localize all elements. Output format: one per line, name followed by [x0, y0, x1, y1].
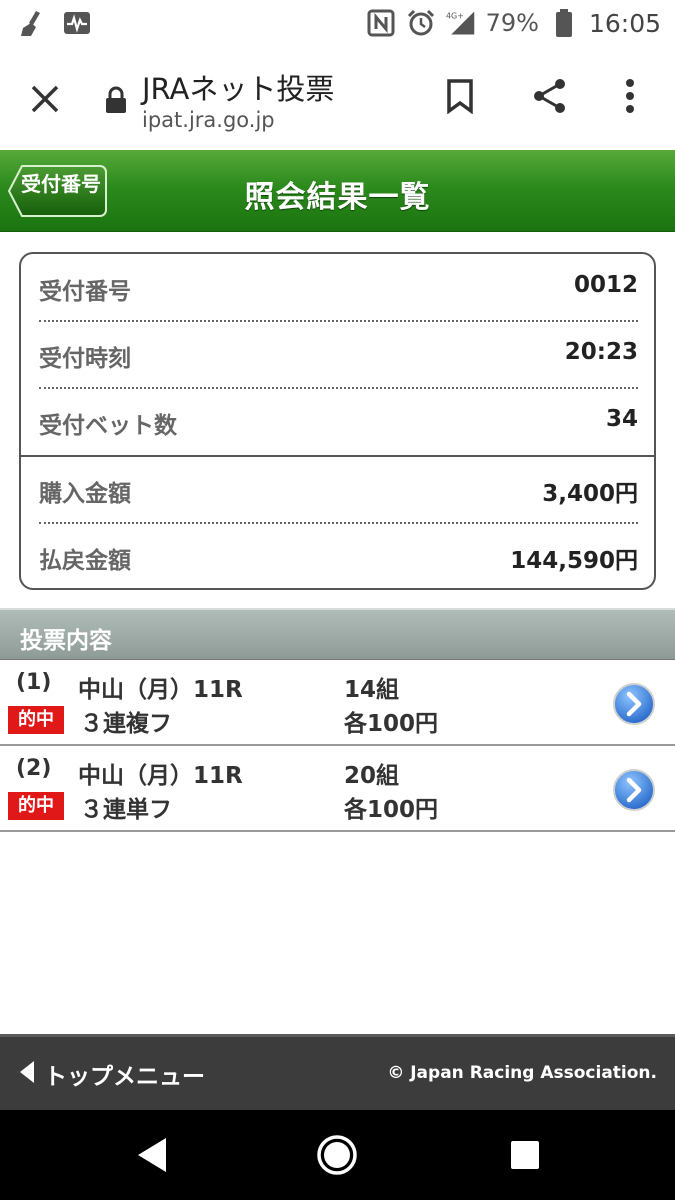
ticket-row[interactable]: (2) 中山（月）11R 20組 的中 ３連単フ 各100円 — [0, 746, 675, 832]
bet-count-label: 受付ベット数 — [39, 413, 177, 439]
top-menu-link[interactable]: トップメニュー — [18, 1057, 205, 1091]
footer-bar: トップメニュー © Japan Racing Association. — [0, 1034, 675, 1110]
ticket-bet-type: ３連単フ — [80, 797, 172, 823]
receipt-number-row: 受付番号 0012 — [39, 254, 638, 320]
purchase-amount-label: 購入金額 — [39, 481, 131, 507]
receipt-number-label: 受付番号 — [39, 279, 131, 305]
nav-home-icon[interactable] — [314, 1132, 360, 1178]
ticket-venue: 中山（月）11R — [78, 677, 243, 703]
ticket-number: (2) — [16, 756, 52, 781]
triangle-left-icon — [18, 1060, 36, 1088]
purchase-amount-row: 購入金額 3,400円 — [39, 456, 638, 522]
battery-percent: 79% — [485, 9, 539, 37]
alarm-icon — [406, 8, 436, 38]
summary-card: 受付番号 0012 受付時刻 20:23 受付ベット数 34 購入金額 3,40… — [19, 252, 656, 590]
more-menu-icon[interactable] — [608, 74, 652, 118]
ticket-unit-amount: 各100円 — [344, 711, 439, 737]
ticket-number: (1) — [16, 670, 52, 695]
bookmark-icon[interactable] — [438, 74, 482, 118]
payout-amount-row: 払戻金額 144,590円 — [39, 523, 638, 589]
browser-url[interactable]: ipat.jra.go.jp — [142, 108, 275, 132]
receipt-time-row: 受付時刻 20:23 — [39, 321, 638, 387]
lock-icon — [104, 86, 128, 114]
page-title: 照会結果一覧 — [244, 180, 431, 215]
signal-icon: 4G+ — [446, 8, 476, 38]
purchase-amount-value: 3,400円 — [542, 481, 638, 507]
close-icon[interactable] — [26, 80, 64, 118]
chevron-right-icon[interactable] — [612, 682, 656, 726]
ticket-unit-amount: 各100円 — [344, 797, 439, 823]
receipt-time-label: 受付時刻 — [39, 346, 131, 372]
broom-icon — [18, 8, 48, 38]
pulse-icon — [62, 8, 92, 38]
ticket-bet-type: ３連複フ — [80, 711, 172, 737]
copyright-text: © Japan Racing Association. — [387, 1063, 657, 1083]
top-menu-label: トップメニュー — [44, 1064, 205, 1090]
section-header: 投票内容 — [0, 608, 675, 660]
share-icon[interactable] — [528, 74, 572, 118]
section-title: 投票内容 — [20, 628, 112, 654]
hit-badge: 的中 — [8, 706, 64, 734]
ticket-combination-count: 20組 — [344, 763, 400, 789]
ticket-venue: 中山（月）11R — [78, 763, 243, 789]
receipt-time-value: 20:23 — [564, 339, 638, 365]
chevron-right-icon[interactable] — [612, 768, 656, 812]
page-header: 受付番号 照会結果一覧 — [0, 150, 675, 232]
clock-time: 16:05 — [588, 8, 661, 38]
receipt-number-value: 0012 — [573, 272, 638, 298]
hit-badge: 的中 — [8, 792, 64, 820]
bet-count-value: 34 — [605, 406, 638, 432]
nfc-icon — [366, 8, 396, 38]
nav-recents-icon[interactable] — [502, 1132, 548, 1178]
bet-count-row: 受付ベット数 34 — [39, 388, 638, 454]
ticket-row[interactable]: (1) 中山（月）11R 14組 的中 ３連複フ 各100円 — [0, 660, 675, 746]
ticket-combination-count: 14組 — [344, 677, 400, 703]
browser-title: JRAネット投票 — [142, 72, 335, 106]
payout-amount-label: 払戻金額 — [39, 548, 131, 574]
payout-amount-value: 144,590円 — [510, 548, 638, 574]
browser-toolbar: JRAネット投票 ipat.jra.go.jp — [0, 46, 675, 150]
status-bar: 4G+ 79% 16:05 — [0, 0, 675, 46]
system-navigation-bar — [0, 1110, 675, 1200]
nav-back-icon[interactable] — [128, 1132, 174, 1178]
svg-text:4G+: 4G+ — [446, 12, 464, 21]
battery-icon — [549, 8, 579, 38]
